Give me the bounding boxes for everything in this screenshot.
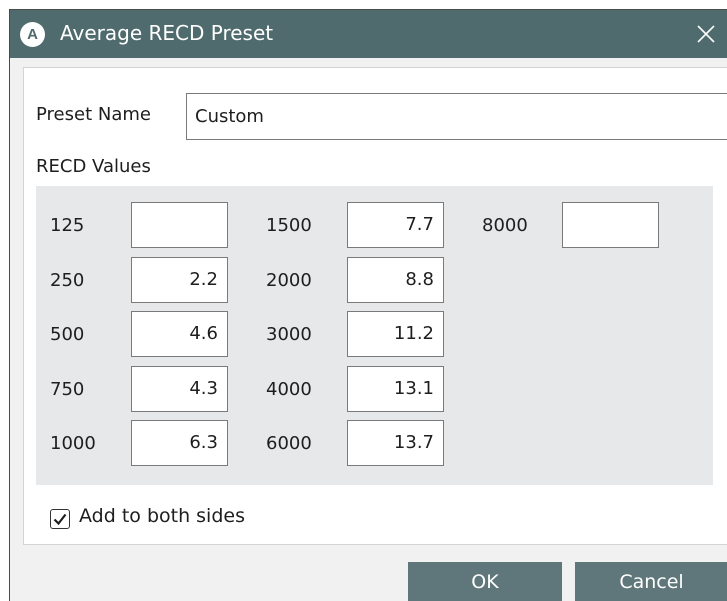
freq-label-750: 750 [50, 379, 85, 400]
recd-values-label: RECD Values [36, 156, 151, 177]
recd-input-250[interactable]: 2.2 [131, 257, 228, 303]
preset-name-input[interactable] [186, 93, 727, 140]
checkmark-icon [53, 513, 67, 526]
freq-label-4000: 4000 [266, 379, 312, 400]
freq-label-125: 125 [50, 215, 85, 236]
app-logo-icon: A [20, 22, 45, 47]
freq-label-8000: 8000 [482, 215, 528, 236]
dialog-window: A Average RECD Preset Preset Name RECD V… [9, 9, 727, 601]
form-panel: Preset Name RECD Values 125 250 2.2 500 … [23, 67, 727, 545]
recd-input-500[interactable]: 4.6 [131, 311, 228, 357]
preset-name-label: Preset Name [36, 104, 151, 125]
close-icon[interactable] [691, 20, 721, 48]
recd-input-1500[interactable]: 7.7 [347, 202, 444, 248]
add-both-sides-checkbox[interactable] [50, 509, 70, 529]
recd-input-3000[interactable]: 11.2 [347, 311, 444, 357]
recd-input-750[interactable]: 4.3 [131, 366, 228, 412]
freq-label-2000: 2000 [266, 270, 312, 291]
freq-label-250: 250 [50, 270, 85, 291]
recd-input-8000[interactable] [562, 202, 659, 248]
window-title: Average RECD Preset [60, 21, 274, 45]
freq-label-3000: 3000 [266, 324, 312, 345]
freq-label-1000: 1000 [50, 433, 96, 454]
title-bar[interactable]: A Average RECD Preset [10, 10, 727, 58]
add-both-sides-label[interactable]: Add to both sides [79, 505, 245, 527]
recd-input-125[interactable] [131, 202, 228, 248]
cancel-button[interactable]: Cancel [575, 562, 727, 601]
recd-input-4000[interactable]: 13.1 [347, 366, 444, 412]
freq-label-500: 500 [50, 324, 85, 345]
recd-input-6000[interactable]: 13.7 [347, 420, 444, 466]
freq-label-6000: 6000 [266, 433, 312, 454]
ok-button[interactable]: OK [408, 562, 562, 601]
recd-values-grid: 125 250 2.2 500 4.6 750 4.3 1000 6.3 150… [36, 186, 713, 485]
freq-label-1500: 1500 [266, 215, 312, 236]
recd-input-2000[interactable]: 8.8 [347, 257, 444, 303]
recd-input-1000[interactable]: 6.3 [131, 420, 228, 466]
